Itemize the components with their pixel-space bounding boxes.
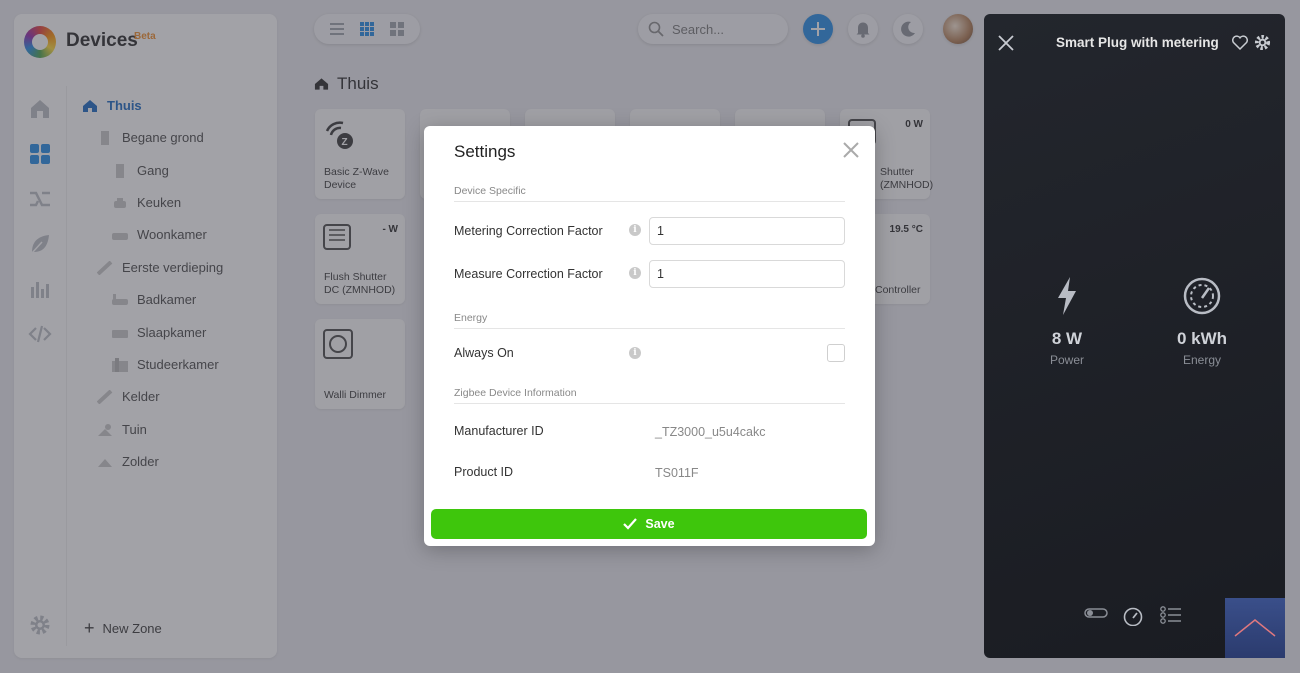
toggle-icon[interactable] [1084,606,1108,624]
settings-modal: Settings Device Specific Metering Correc… [424,126,875,546]
always-on-checkbox[interactable] [827,344,845,362]
measure-correction-input[interactable] [649,260,845,288]
checkmark-icon [623,518,638,530]
info-icon[interactable]: i [629,224,641,236]
section-divider [454,201,845,202]
gauge-icon[interactable] [1122,606,1144,631]
section-label-energy: Energy [454,312,488,324]
gear-icon[interactable] [1254,34,1271,56]
section-label-device-specific: Device Specific [454,185,526,197]
section-divider [454,403,845,404]
energy-value: 0 kWh [1176,329,1228,348]
close-icon[interactable] [841,140,861,160]
measure-correction-label: Measure Correction Factor [454,267,603,281]
section-label-zigbee: Zigbee Device Information [454,387,577,399]
energy-label: Energy [1182,353,1222,367]
manufacturer-id-value: _TZ3000_u5u4cakc [655,425,766,439]
product-id-label: Product ID [454,465,514,479]
power-value: 8 W [1051,329,1083,348]
manufacturer-id-label: Manufacturer ID [454,424,544,438]
scroll-to-top-button[interactable] [1225,598,1285,658]
favorite-heart-icon[interactable] [1232,35,1248,55]
gauge-icon [1183,277,1221,315]
section-divider [454,328,845,329]
close-icon[interactable] [997,34,1015,52]
info-icon[interactable]: i [629,267,641,279]
always-on-label: Always On [454,346,514,360]
energy-metric[interactable]: 0 kWh Energy [1152,276,1252,367]
metering-correction-input[interactable] [649,217,845,245]
product-id-value: TS011F [655,466,699,480]
device-detail-panel: Smart Plug with metering 8 W Power 0 kWh… [984,14,1285,658]
save-label: Save [645,517,675,531]
info-icon[interactable]: i [629,347,641,359]
chevron-up-icon [1234,619,1276,637]
device-panel-title: Smart Plug with metering [1056,35,1219,50]
lightning-icon [1058,277,1076,315]
power-label: Power [1049,353,1084,367]
metering-correction-label: Metering Correction Factor [454,224,603,238]
modal-title: Settings [454,142,516,161]
settings-list-icon[interactable] [1160,606,1182,629]
save-button[interactable]: Save [431,509,867,539]
power-metric[interactable]: 8 W Power [1017,276,1117,367]
